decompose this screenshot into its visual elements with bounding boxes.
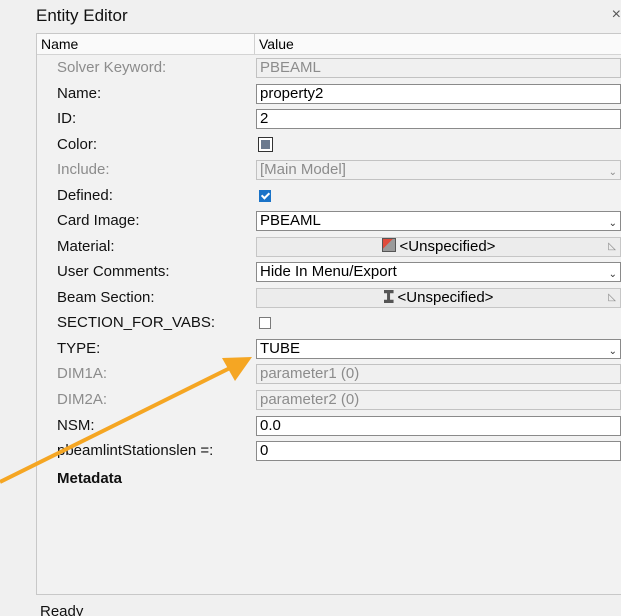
dim1a-field: parameter1 (0) xyxy=(256,364,621,384)
status-text: Ready xyxy=(40,603,84,616)
grid-header: Name Value xyxy=(37,34,621,55)
header-divider[interactable] xyxy=(254,34,255,54)
chevron-down-icon: ⌄ xyxy=(608,218,617,229)
beam-section-selector[interactable]: <Unspecified> ◺ xyxy=(256,288,621,308)
row-solver-keyword: Solver Keyword: PBEAML xyxy=(37,56,621,81)
card-image-value: PBEAML xyxy=(260,212,321,229)
pbeamlint-stationslen-input[interactable]: 0 xyxy=(256,441,621,461)
row-beam-section: Beam Section: <Unspecified> ◺ xyxy=(37,286,621,311)
window-title: Entity Editor xyxy=(36,6,128,25)
row-name: Name: property2 xyxy=(37,82,621,107)
row-color: Color: xyxy=(37,133,621,158)
material-icon xyxy=(381,238,396,252)
material-value: <Unspecified> xyxy=(399,238,496,255)
row-section-for-vabs: SECTION_FOR_VABS: xyxy=(37,311,621,336)
defined-checkbox[interactable] xyxy=(259,190,271,202)
user-comments-value: Hide In Menu/Export xyxy=(260,263,397,280)
id-input[interactable]: 2 xyxy=(256,109,621,129)
chevron-down-icon: ⌄ xyxy=(608,167,617,178)
label-solver-keyword: Solver Keyword: xyxy=(57,59,167,76)
card-image-select[interactable]: PBEAML ⌄ xyxy=(256,211,621,231)
chevron-down-icon: ⌄ xyxy=(608,346,617,357)
row-dim2a: DIM2A: parameter2 (0) xyxy=(37,388,621,413)
row-dim1a: DIM1A: parameter1 (0) xyxy=(37,362,621,387)
header-name[interactable]: Name xyxy=(41,36,78,52)
label-type: TYPE: xyxy=(57,340,101,357)
label-user-comments: User Comments: xyxy=(57,263,170,280)
beam-section-icon xyxy=(383,290,394,303)
solver-keyword-field: PBEAML xyxy=(256,58,621,78)
row-type: TYPE: TUBE ⌄ xyxy=(37,337,621,362)
nsm-input[interactable]: 0.0 xyxy=(256,416,621,436)
row-defined: Defined: xyxy=(37,184,621,209)
label-id: ID: xyxy=(57,110,77,127)
row-id: ID: 2 xyxy=(37,107,621,132)
label-color: Color: xyxy=(57,136,98,153)
metadata-heading[interactable]: Metadata xyxy=(57,470,122,487)
row-material: Material: <Unspecified> ◺ xyxy=(37,235,621,260)
label-card-image: Card Image: xyxy=(57,212,140,229)
resize-corner-icon: ◺ xyxy=(608,241,616,252)
row-include: Include: [Main Model] ⌄ xyxy=(37,158,621,183)
label-dim2a: DIM2A: xyxy=(57,391,108,408)
label-dim1a: DIM1A: xyxy=(57,365,108,382)
row-nsm: NSM: 0.0 xyxy=(37,414,621,439)
type-select[interactable]: TUBE ⌄ xyxy=(256,339,621,359)
user-comments-select[interactable]: Hide In Menu/Export ⌄ xyxy=(256,262,621,282)
property-grid: Name Value Solver Keyword: PBEAML Name: … xyxy=(36,33,621,595)
label-name: Name: xyxy=(57,85,102,102)
title-bar: Entity Editor × xyxy=(0,0,621,32)
material-selector[interactable]: <Unspecified> ◺ xyxy=(256,237,621,257)
label-section-for-vabs: SECTION_FOR_VABS: xyxy=(57,314,216,331)
label-defined: Defined: xyxy=(57,187,113,204)
name-input[interactable]: property2 xyxy=(256,84,621,104)
color-swatch[interactable] xyxy=(258,137,273,152)
beam-section-value: <Unspecified> xyxy=(397,289,494,306)
label-material: Material: xyxy=(57,238,115,255)
include-select: [Main Model] ⌄ xyxy=(256,160,621,180)
resize-corner-icon: ◺ xyxy=(608,292,616,303)
label-pbeamlint-stationslen: pbeamlintStationslen =: xyxy=(57,442,214,459)
label-beam-section: Beam Section: xyxy=(57,289,155,306)
label-include: Include: xyxy=(57,161,110,178)
section-for-vabs-checkbox[interactable] xyxy=(259,317,271,329)
row-metadata: Metadata xyxy=(37,467,621,492)
close-icon[interactable]: × xyxy=(607,6,621,24)
type-value: TUBE xyxy=(260,340,301,357)
row-card-image: Card Image: PBEAML ⌄ xyxy=(37,209,621,234)
include-value: [Main Model] xyxy=(260,161,346,178)
row-pbeamlint-stationslen: pbeamlintStationslen =: 0 xyxy=(37,439,621,464)
dim2a-field: parameter2 (0) xyxy=(256,390,621,410)
header-value[interactable]: Value xyxy=(259,36,294,52)
entity-editor-window: Entity Editor × Name Value Solver Keywor… xyxy=(0,0,621,616)
label-nsm: NSM: xyxy=(57,417,95,434)
row-user-comments: User Comments: Hide In Menu/Export ⌄ xyxy=(37,260,621,285)
chevron-down-icon: ⌄ xyxy=(608,269,617,280)
